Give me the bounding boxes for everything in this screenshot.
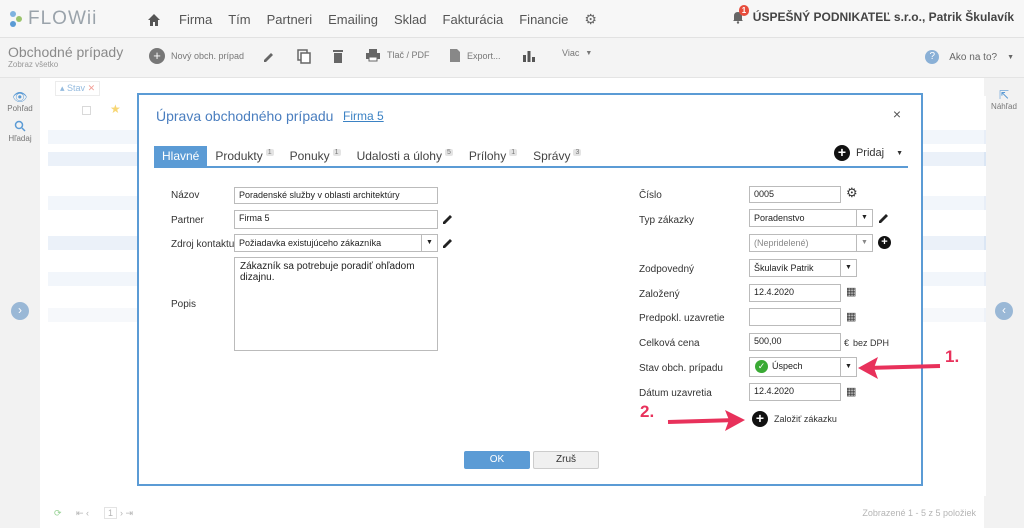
annotation-number-1: 1.	[945, 347, 960, 366]
annotation-number-2: 2.	[640, 402, 655, 421]
annotation-arrow-2	[667, 418, 738, 424]
annotation-arrow-1	[865, 364, 941, 370]
annotation-arrows	[667, 357, 941, 431]
